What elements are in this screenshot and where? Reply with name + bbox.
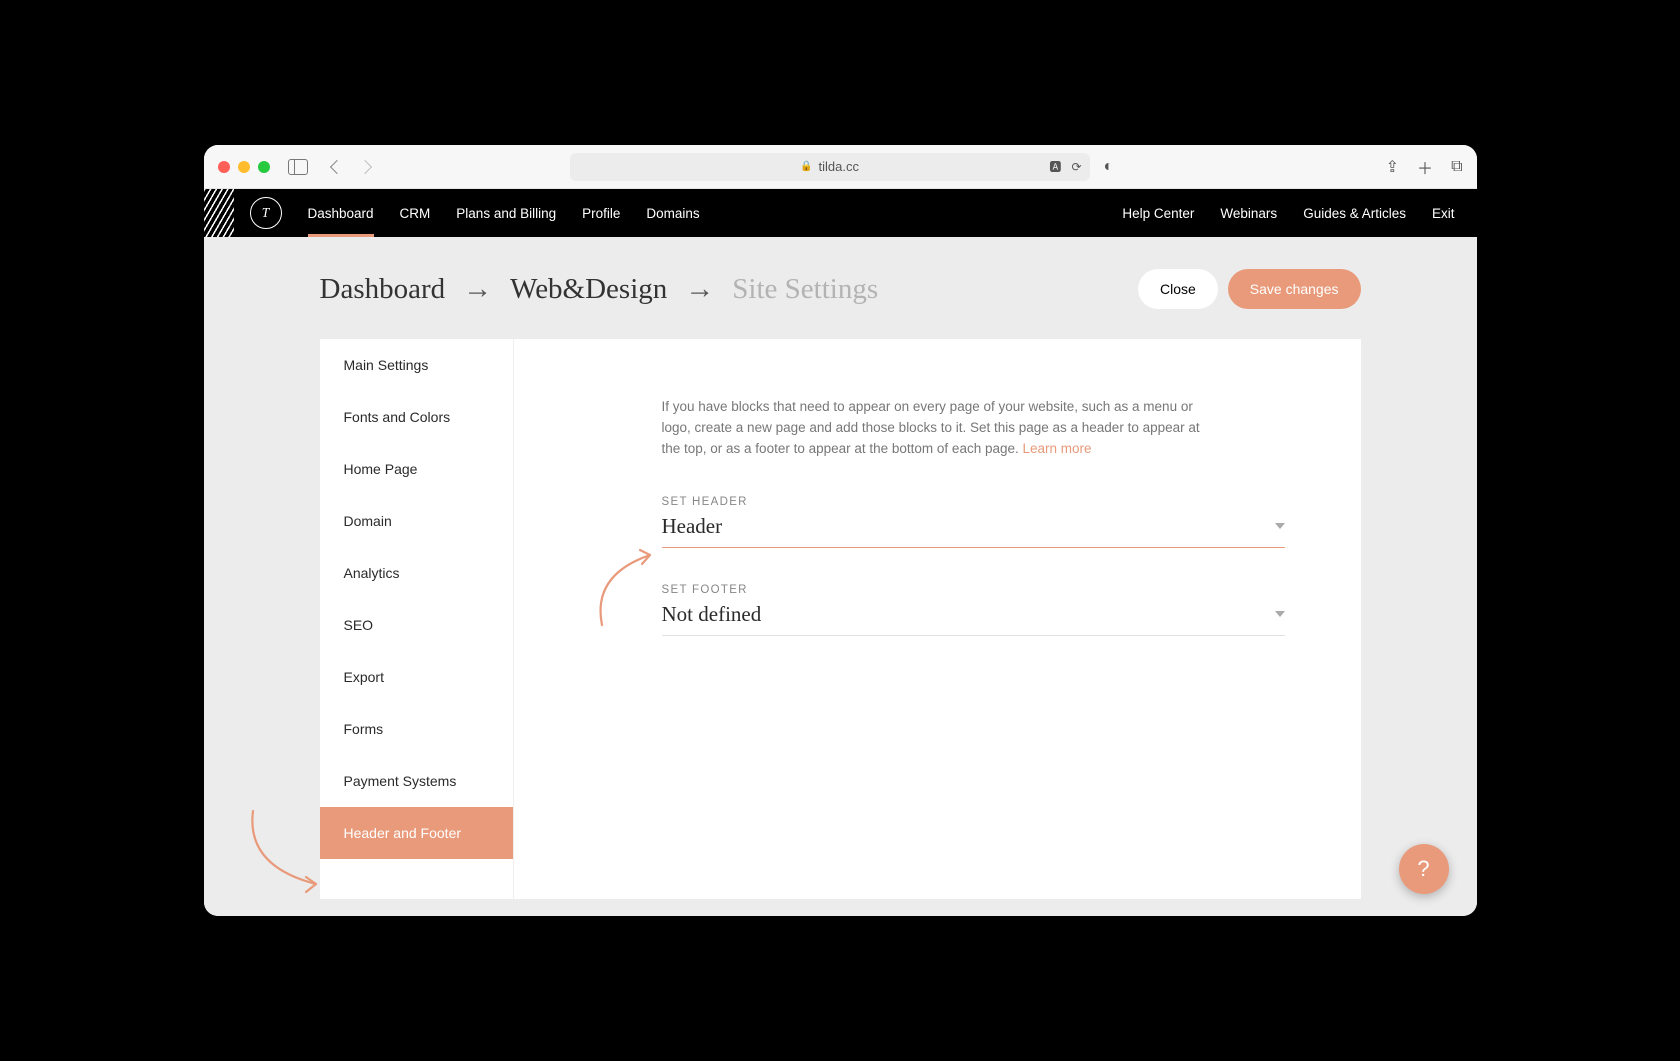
sidemenu-forms[interactable]: Forms bbox=[320, 703, 513, 755]
share-icon[interactable]: ⇪ bbox=[1386, 157, 1399, 177]
sidemenu-home-page[interactable]: Home Page bbox=[320, 443, 513, 495]
minimize-window-icon[interactable] bbox=[238, 161, 250, 173]
breadcrumb-dashboard[interactable]: Dashboard bbox=[320, 273, 446, 306]
arrow-icon: → bbox=[463, 273, 492, 306]
arrow-icon: → bbox=[685, 273, 714, 306]
settings-content: If you have blocks that need to appear o… bbox=[514, 339, 1361, 899]
nav-plans-billing[interactable]: Plans and Billing bbox=[456, 189, 556, 237]
nav-crm[interactable]: CRM bbox=[400, 189, 431, 237]
breadcrumb-project[interactable]: Web&Design bbox=[510, 273, 667, 306]
set-header-label: SET HEADER bbox=[662, 496, 1285, 508]
browser-window: 🔒 tilda.cc 🅰 ⟳ ◐ ⇪ ＋ ⧉ T Dashboard CRM P… bbox=[204, 145, 1477, 916]
settings-sidemenu: Main Settings Fonts and Colors Home Page… bbox=[320, 339, 514, 899]
url-bar[interactable]: 🔒 tilda.cc 🅰 ⟳ bbox=[570, 153, 1090, 181]
nav-left: Dashboard CRM Plans and Billing Profile … bbox=[308, 189, 700, 237]
set-footer-value: Not defined bbox=[662, 602, 762, 627]
sidemenu-domain[interactable]: Domain bbox=[320, 495, 513, 547]
nav-webinars[interactable]: Webinars bbox=[1220, 206, 1277, 221]
nav-profile[interactable]: Profile bbox=[582, 189, 620, 237]
sidemenu-analytics[interactable]: Analytics bbox=[320, 547, 513, 599]
reload-icon[interactable]: ⟳ bbox=[1071, 160, 1081, 174]
nav-help-center[interactable]: Help Center bbox=[1122, 206, 1194, 221]
url-host: tilda.cc bbox=[818, 159, 858, 174]
close-button[interactable]: Close bbox=[1138, 269, 1218, 309]
page-actions: Close Save changes bbox=[1138, 269, 1477, 309]
sidemenu-main-settings[interactable]: Main Settings bbox=[320, 339, 513, 391]
browser-chrome: 🔒 tilda.cc 🅰 ⟳ ◐ ⇪ ＋ ⧉ bbox=[204, 145, 1477, 189]
nav-dashboard[interactable]: Dashboard bbox=[308, 189, 374, 237]
maximize-window-icon[interactable] bbox=[258, 161, 270, 173]
chevron-down-icon bbox=[1275, 523, 1285, 529]
set-footer-label: SET FOOTER bbox=[662, 584, 1285, 596]
wave-decor bbox=[204, 189, 234, 237]
back-icon[interactable] bbox=[329, 159, 343, 173]
breadcrumb-row: Dashboard → Web&Design → Site Settings C… bbox=[204, 237, 1477, 339]
save-changes-button[interactable]: Save changes bbox=[1228, 269, 1361, 309]
nav-guides[interactable]: Guides & Articles bbox=[1303, 206, 1406, 221]
chevron-down-icon bbox=[1275, 611, 1285, 617]
sidemenu-seo[interactable]: SEO bbox=[320, 599, 513, 651]
new-tab-icon[interactable]: ＋ bbox=[1417, 155, 1433, 179]
sidemenu-header-footer[interactable]: Header and Footer bbox=[320, 807, 513, 859]
intro-text: If you have blocks that need to appear o… bbox=[662, 397, 1202, 460]
sidemenu-payment-systems[interactable]: Payment Systems bbox=[320, 755, 513, 807]
forward-icon bbox=[357, 159, 371, 173]
sidebar-toggle-icon[interactable] bbox=[288, 159, 308, 175]
lock-icon: 🔒 bbox=[800, 161, 812, 172]
learn-more-link[interactable]: Learn more bbox=[1023, 441, 1092, 456]
nav-domains[interactable]: Domains bbox=[646, 189, 699, 237]
translate-icon[interactable]: 🅰 bbox=[1049, 158, 1061, 175]
shield-icon[interactable]: ◐ bbox=[1104, 158, 1114, 176]
nav-exit[interactable]: Exit bbox=[1432, 206, 1455, 221]
annotation-arrow-sidemenu bbox=[238, 806, 333, 901]
breadcrumb-current: Site Settings bbox=[732, 273, 878, 306]
set-header-value: Header bbox=[662, 514, 723, 539]
traffic-lights bbox=[218, 161, 270, 173]
page-body: Dashboard → Web&Design → Site Settings C… bbox=[204, 237, 1477, 916]
settings-panel: Main Settings Fonts and Colors Home Page… bbox=[320, 339, 1361, 899]
sidemenu-fonts-colors[interactable]: Fonts and Colors bbox=[320, 391, 513, 443]
close-window-icon[interactable] bbox=[218, 161, 230, 173]
chrome-right-controls: ⇪ ＋ ⧉ bbox=[1386, 155, 1463, 179]
help-fab[interactable]: ? bbox=[1399, 844, 1449, 894]
set-footer-select[interactable]: Not defined bbox=[662, 602, 1285, 636]
tilda-logo[interactable]: T bbox=[250, 197, 282, 229]
app-nav: T Dashboard CRM Plans and Billing Profil… bbox=[204, 189, 1477, 237]
sidemenu-export[interactable]: Export bbox=[320, 651, 513, 703]
set-header-select[interactable]: Header bbox=[662, 514, 1285, 548]
breadcrumb: Dashboard → Web&Design → Site Settings bbox=[320, 273, 879, 306]
tabs-icon[interactable]: ⧉ bbox=[1451, 158, 1462, 176]
nav-right: Help Center Webinars Guides & Articles E… bbox=[1122, 206, 1454, 221]
